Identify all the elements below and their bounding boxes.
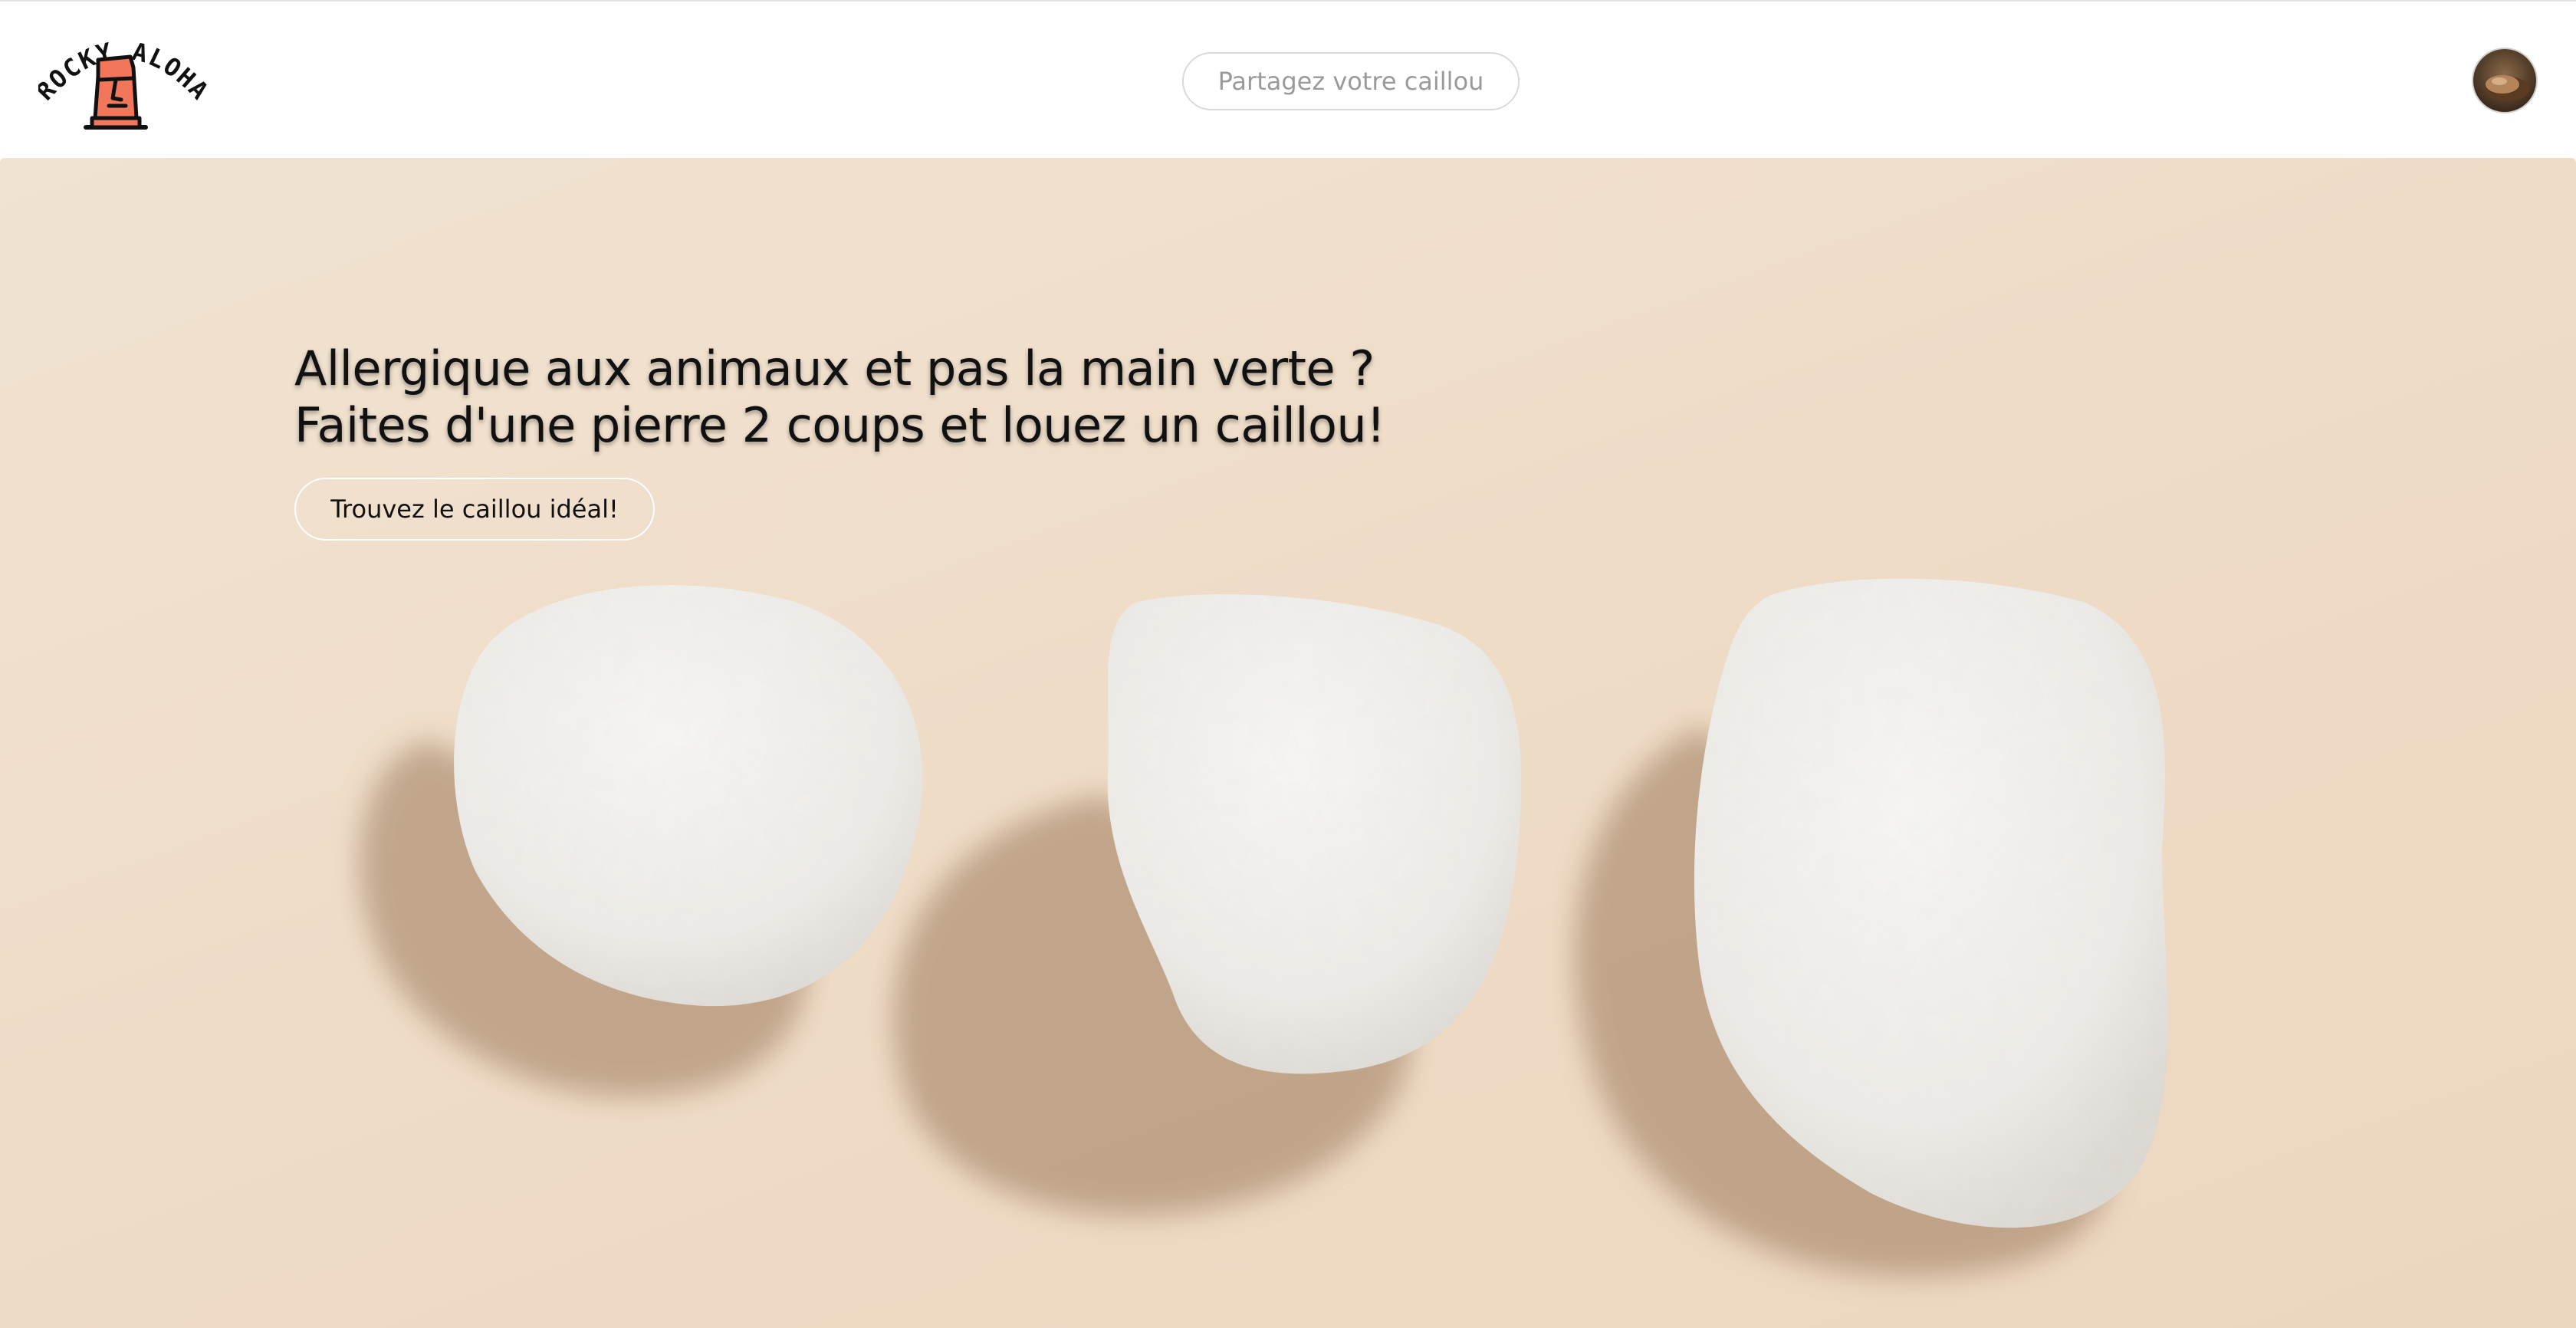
hero-title-line-2: Faites d'une pierre 2 coups et louez un …: [294, 397, 1385, 453]
page: ROCKY ALOHA Partagez votre caillou: [0, 0, 2576, 1328]
logo-link[interactable]: ROCKY ALOHA: [30, 32, 214, 147]
avatar-icon: [2473, 49, 2536, 112]
hero-banner: Allergique aux animaux et pas la main ve…: [0, 158, 2576, 1328]
hero-title-line-1: Allergique aux animaux et pas la main ve…: [294, 340, 1375, 396]
hero-title: Allergique aux animaux et pas la main ve…: [294, 340, 1444, 454]
navbar: ROCKY ALOHA Partagez votre caillou: [0, 0, 2576, 158]
user-avatar[interactable]: [2473, 49, 2536, 112]
find-pebble-button[interactable]: Trouvez le caillou idéal!: [294, 478, 655, 541]
pebbles-hero-image: [359, 578, 2168, 1277]
moai-logo-icon: ROCKY ALOHA: [30, 36, 214, 130]
share-pebble-button[interactable]: Partagez votre caillou: [1182, 52, 1520, 110]
